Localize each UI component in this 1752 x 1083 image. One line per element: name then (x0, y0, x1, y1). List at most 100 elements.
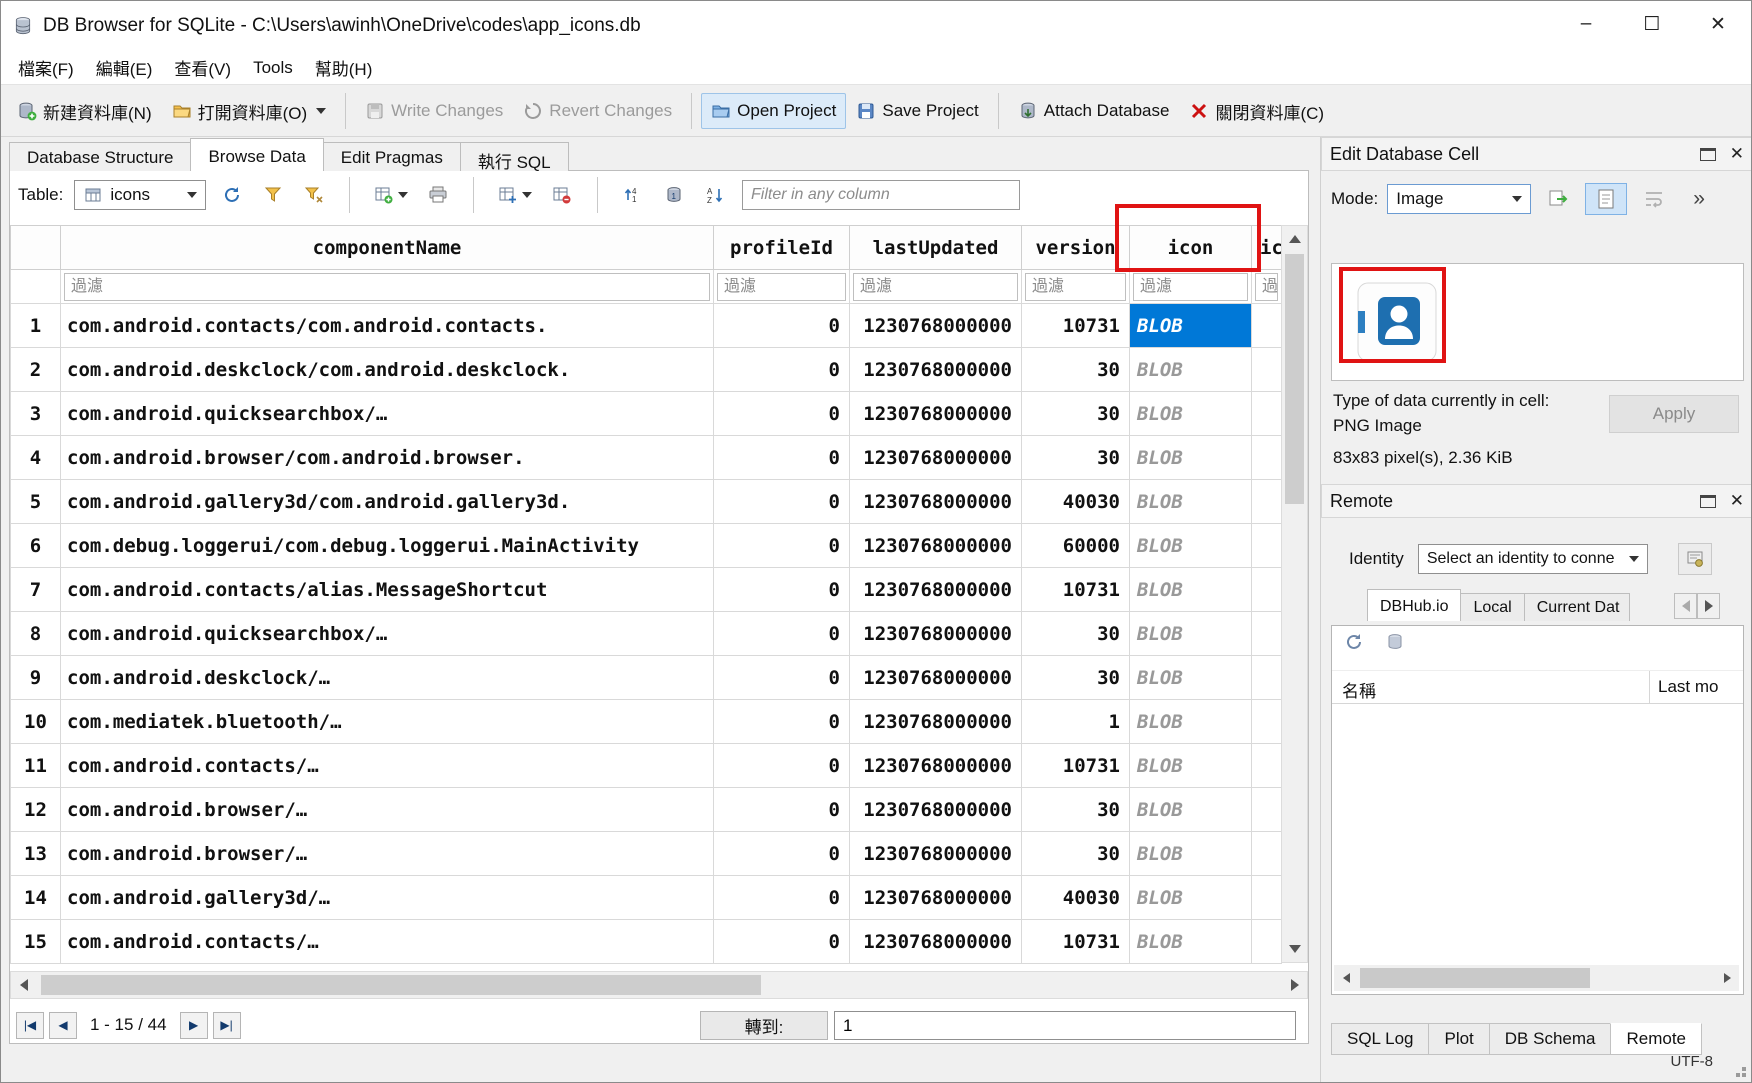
cell-lastUpdated[interactable]: 1230768000000 (850, 920, 1022, 964)
cell-partial[interactable] (1252, 612, 1282, 656)
row-number[interactable]: 14 (11, 876, 61, 920)
apply-button[interactable]: Apply (1609, 395, 1739, 433)
row-number[interactable]: 11 (11, 744, 61, 788)
cell-version[interactable]: 30 (1022, 436, 1130, 480)
cell-profileId[interactable]: 0 (714, 392, 850, 436)
cell-lastUpdated[interactable]: 1230768000000 (850, 656, 1022, 700)
cell-icon[interactable]: BLOB (1130, 832, 1252, 876)
cell-partial[interactable] (1252, 832, 1282, 876)
col-componentName[interactable]: componentName (61, 226, 714, 270)
cell-partial[interactable] (1252, 304, 1282, 348)
cell-icon[interactable]: BLOB (1130, 788, 1252, 832)
remote-col-lastmodified[interactable]: Last mo (1650, 671, 1718, 703)
filter-partial[interactable]: 過濾 (1255, 273, 1278, 301)
delete-record-button[interactable] (547, 180, 577, 210)
cell-profileId[interactable]: 0 (714, 480, 850, 524)
cell-version[interactable]: 10731 (1022, 744, 1130, 788)
cell-partial[interactable] (1252, 392, 1282, 436)
word-wrap-button[interactable] (1637, 183, 1671, 215)
import-certificate-button[interactable] (1678, 543, 1712, 575)
cell-lastUpdated[interactable]: 1230768000000 (850, 700, 1022, 744)
import-data-button[interactable] (1541, 183, 1575, 215)
next-record-button[interactable]: ▶ (180, 1012, 208, 1039)
cell-version[interactable]: 30 (1022, 788, 1130, 832)
col-lastUpdated[interactable]: lastUpdated (850, 226, 1022, 270)
cell-icon[interactable]: BLOB (1130, 524, 1252, 568)
cell-profileId[interactable]: 0 (714, 832, 850, 876)
cell-version[interactable]: 30 (1022, 392, 1130, 436)
menu-tools[interactable]: Tools (242, 54, 304, 82)
cell-icon[interactable]: BLOB (1130, 568, 1252, 612)
mode-select[interactable]: Image (1387, 184, 1531, 214)
insert-record-button[interactable] (494, 180, 536, 210)
cell-lastUpdated[interactable]: 1230768000000 (850, 524, 1022, 568)
cell-partial[interactable] (1252, 524, 1282, 568)
vertical-scrollbar[interactable] (1281, 225, 1308, 963)
row-number[interactable]: 15 (11, 920, 61, 964)
scroll-down-icon[interactable] (1282, 936, 1307, 962)
cell-icon[interactable]: BLOB (1130, 744, 1252, 788)
filter-lastUpdated[interactable]: 過濾 (853, 273, 1018, 301)
cell-componentName[interactable]: com.android.gallery3d/… (61, 876, 714, 920)
cell-version[interactable]: 60000 (1022, 524, 1130, 568)
cell-icon[interactable]: BLOB (1130, 612, 1252, 656)
tab-db-schema[interactable]: DB Schema (1489, 1023, 1612, 1055)
minimize-button[interactable]: – (1553, 1, 1619, 47)
attach-database-button[interactable]: Attach Database (1008, 93, 1180, 129)
cell-profileId[interactable]: 0 (714, 788, 850, 832)
open-project-button[interactable]: Open Project (701, 93, 846, 129)
scroll-right-icon[interactable] (1282, 972, 1307, 998)
cell-profileId[interactable]: 0 (714, 656, 850, 700)
cell-profileId[interactable]: 0 (714, 920, 850, 964)
cell-lastUpdated[interactable]: 1230768000000 (850, 612, 1022, 656)
cell-version[interactable]: 1 (1022, 700, 1130, 744)
tab-edit-pragmas[interactable]: Edit Pragmas (323, 142, 461, 171)
float-panel-icon[interactable] (1700, 148, 1716, 161)
cell-componentName[interactable]: com.android.browser/com.android.browser. (61, 436, 714, 480)
print-button[interactable] (423, 180, 453, 210)
sort-az-button[interactable]: AZ (700, 180, 730, 210)
float-panel-icon[interactable] (1700, 495, 1716, 508)
cell-componentName[interactable]: com.debug.loggerui/com.debug.loggerui.Ma… (61, 524, 714, 568)
remote-scrollbar-thumb[interactable] (1360, 968, 1590, 988)
cell-partial[interactable] (1252, 788, 1282, 832)
cell-lastUpdated[interactable]: 1230768000000 (850, 788, 1022, 832)
cell-partial[interactable] (1252, 920, 1282, 964)
row-number[interactable]: 1 (11, 304, 61, 348)
clone-database-icon[interactable] (1386, 632, 1406, 652)
filter-icon[interactable]: 過濾 (1133, 273, 1248, 301)
encoding-indicator[interactable]: UTF-8 (1671, 1053, 1714, 1070)
cell-profileId[interactable]: 0 (714, 744, 850, 788)
cell-profileId[interactable]: 0 (714, 348, 850, 392)
new-database-button[interactable]: 新建資料庫(N) (7, 91, 162, 132)
menu-file[interactable]: 檔案(F) (7, 51, 85, 84)
cell-icon[interactable]: BLOB (1130, 876, 1252, 920)
close-database-button[interactable]: 關閉資料庫(C) (1179, 91, 1334, 132)
open-database-caret-icon[interactable] (316, 108, 326, 114)
cell-profileId[interactable]: 0 (714, 568, 850, 612)
cell-componentName[interactable]: com.android.contacts/… (61, 920, 714, 964)
revert-changes-button[interactable]: Revert Changes (513, 93, 682, 129)
cell-profileId[interactable]: 0 (714, 612, 850, 656)
cell-version[interactable]: 30 (1022, 656, 1130, 700)
cell-componentName[interactable]: com.android.contacts/alias.MessageShortc… (61, 568, 714, 612)
cell-profileId[interactable]: 0 (714, 524, 850, 568)
tab-execute-sql[interactable]: 執行 SQL (460, 142, 569, 171)
cell-componentName[interactable]: com.android.deskclock/… (61, 656, 714, 700)
cell-icon[interactable]: BLOB (1130, 656, 1252, 700)
cell-lastUpdated[interactable]: 1230768000000 (850, 568, 1022, 612)
cell-version[interactable]: 40030 (1022, 876, 1130, 920)
clear-filters-button[interactable] (258, 180, 288, 210)
tab-scroll-right-icon[interactable] (1697, 593, 1720, 619)
close-panel-icon[interactable]: ✕ (1730, 144, 1744, 164)
remote-scroll-left-icon[interactable] (1334, 965, 1358, 991)
resize-grip[interactable] (1742, 1073, 1746, 1077)
first-record-button[interactable]: |◀ (16, 1012, 44, 1039)
close-panel-icon[interactable]: ✕ (1730, 491, 1744, 511)
tab-scroll-left-icon[interactable] (1674, 593, 1697, 619)
text-mode-button[interactable] (1585, 183, 1627, 215)
open-database-button[interactable]: 打開資料庫(O) (162, 91, 337, 132)
more-tools-chevron-icon[interactable]: » (1693, 187, 1705, 211)
row-number[interactable]: 8 (11, 612, 61, 656)
row-number[interactable]: 4 (11, 436, 61, 480)
